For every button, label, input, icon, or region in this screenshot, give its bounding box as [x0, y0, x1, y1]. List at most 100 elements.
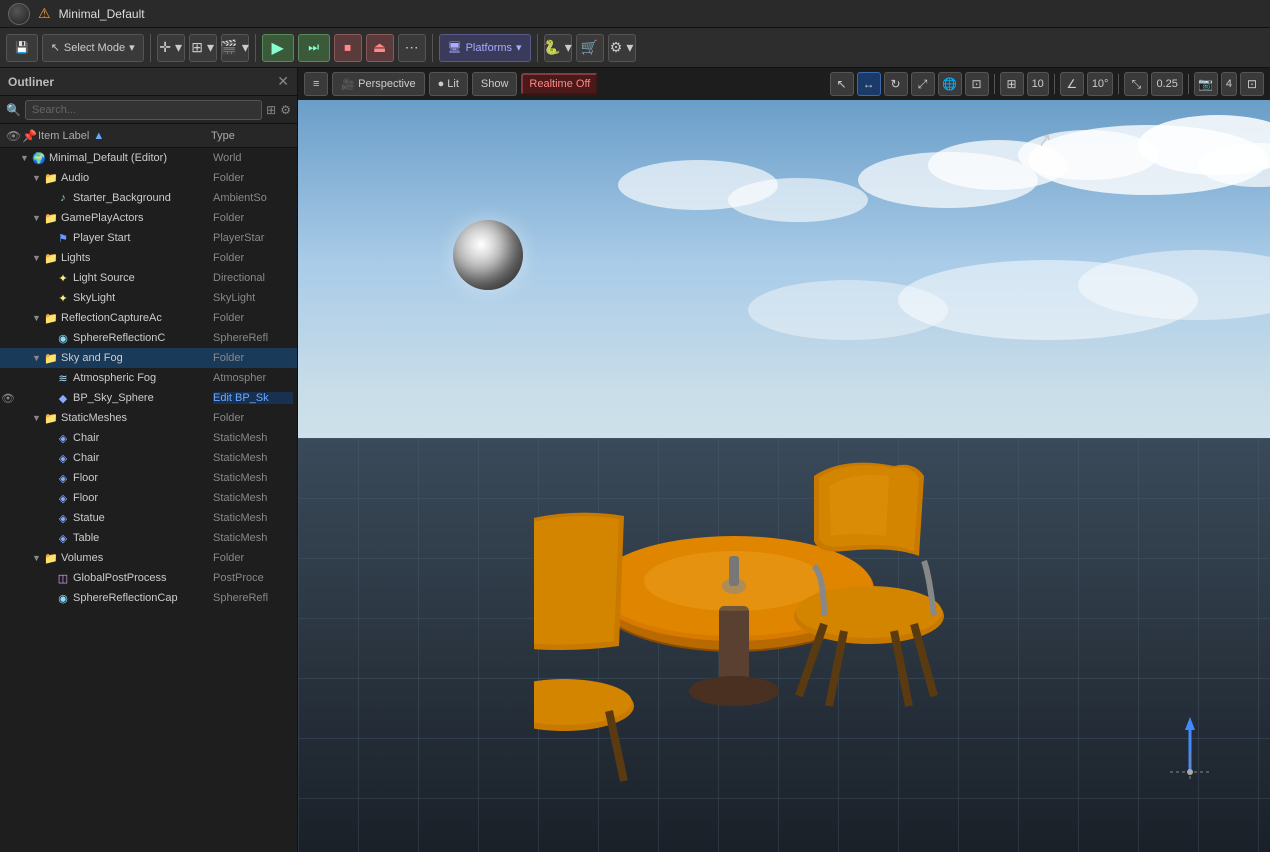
platforms-button[interactable]: 🖥 Platforms ▾ — [439, 34, 531, 62]
marketplace-button[interactable]: 🛒 — [576, 34, 604, 62]
tree-row[interactable]: ▼📁GamePlayActorsFolder — [0, 208, 297, 228]
save-button[interactable]: 💾 — [6, 34, 38, 62]
tree-row[interactable]: ▼📁StaticMeshesFolder — [0, 408, 297, 428]
realtime-button[interactable]: Realtime Off — [521, 73, 598, 95]
stop-icon: ⏹ — [344, 39, 351, 56]
sort-icon: ▲ — [93, 130, 104, 142]
hamburger-icon: ≡ — [313, 78, 319, 90]
pin-col-header: 📌 — [22, 129, 38, 143]
tree-row[interactable]: ≋Atmospheric FogAtmospher — [0, 368, 297, 388]
expand-arrow[interactable]: ▼ — [20, 153, 32, 163]
search-input[interactable] — [25, 100, 262, 120]
add-filter-icon[interactable]: ⊞ — [266, 103, 276, 117]
stop-button[interactable]: ⏹ — [334, 34, 362, 62]
chevron-down-icon-7: ▾ — [626, 39, 633, 56]
surface-snap-button[interactable]: ⊡ — [965, 72, 989, 96]
tree-item-label: Floor — [73, 472, 213, 484]
tree-row[interactable]: ◈TableStaticMesh — [0, 528, 297, 548]
eject-button[interactable]: ⏏ — [366, 34, 394, 62]
select-mode-label: Select Mode — [64, 42, 125, 54]
viewport-menu-button[interactable]: ≡ — [304, 72, 328, 96]
lit-label: Lit — [447, 78, 459, 90]
rotate-tool-button[interactable]: ↻ — [884, 72, 908, 96]
tree-row[interactable]: ◈ChairStaticMesh — [0, 428, 297, 448]
bp-icon: ◆ — [56, 392, 70, 405]
move-tool-button[interactable]: ↔ — [857, 72, 881, 96]
scale-tool-button[interactable]: ⤢ — [911, 72, 935, 96]
shop-icon: 🛒 — [581, 39, 598, 56]
tree-row[interactable]: 👁◆BP_Sky_SphereEdit BP_Sk — [0, 388, 297, 408]
tree-row[interactable]: ◈ChairStaticMesh — [0, 448, 297, 468]
tree-row[interactable]: ▼📁AudioFolder — [0, 168, 297, 188]
expand-arrow[interactable]: ▼ — [32, 353, 44, 363]
play-button[interactable]: ▶ — [262, 34, 294, 62]
tree-item-label: Volumes — [61, 552, 213, 564]
python-button[interactable]: 🐍 ▾ — [544, 34, 572, 62]
tree-row[interactable]: ✦Light SourceDirectional — [0, 268, 297, 288]
more-options-button[interactable]: ⋯ — [398, 34, 426, 62]
tree-row[interactable]: ▼📁LightsFolder — [0, 248, 297, 268]
camera-speed-button[interactable]: 📷 — [1194, 72, 1218, 96]
tree-item-type: SphereRefl — [213, 332, 293, 344]
label-col-header: Item Label ▲ — [38, 130, 211, 142]
select-tool-button[interactable]: ↖ — [830, 72, 854, 96]
advance-frame-button[interactable]: ⏭ — [298, 34, 330, 62]
expand-arrow[interactable]: ▼ — [32, 213, 44, 223]
tree-row[interactable]: ⚑Player StartPlayerStar — [0, 228, 297, 248]
folder-icon: 📁 — [44, 212, 58, 225]
expand-arrow[interactable]: ▼ — [32, 313, 44, 323]
expand-arrow[interactable]: ▼ — [32, 253, 44, 263]
separator-4 — [537, 34, 538, 62]
expand-arrow[interactable]: ▼ — [32, 173, 44, 183]
search-icon: 🔍 — [6, 103, 21, 117]
content-area: Outliner ✕ 🔍 ⊞ ⚙ 👁 📌 Item Label ▲ Type ▼… — [0, 68, 1270, 852]
python-icon: 🐍 — [543, 39, 560, 56]
lit-button[interactable]: ● Lit — [429, 72, 468, 96]
angle-snap-button[interactable]: ∠ — [1060, 72, 1084, 96]
add-button[interactable]: ✛ ▾ — [157, 34, 185, 62]
maximize-button[interactable]: ⊡ — [1240, 72, 1264, 96]
grid-snap-button[interactable]: ⊞ — [1000, 72, 1024, 96]
outliner-tree[interactable]: ▼🌍Minimal_Default (Editor)World▼📁AudioFo… — [0, 148, 297, 852]
tree-row[interactable]: ◉SphereReflectionCapSphereRefl — [0, 588, 297, 608]
outliner-close-button[interactable]: ✕ — [277, 73, 289, 90]
tree-row[interactable]: ◈FloorStaticMesh — [0, 468, 297, 488]
world-globe-button[interactable]: 🌐 — [938, 72, 962, 96]
select-mode-button[interactable]: ↖ Select Mode ▾ — [42, 34, 144, 62]
tree-row[interactable]: ♪Starter_BackgroundAmbientSo — [0, 188, 297, 208]
expand-arrow[interactable]: ▼ — [32, 413, 44, 423]
tree-row[interactable]: ◫GlobalPostProcessPostProce — [0, 568, 297, 588]
expand-arrow[interactable]: ▼ — [32, 553, 44, 563]
light-source-gizmo[interactable] — [453, 220, 523, 290]
tree-item-type: AmbientSo — [213, 192, 293, 204]
separator-3 — [432, 34, 433, 62]
tree-row[interactable]: ✦SkyLightSkyLight — [0, 288, 297, 308]
type-col-header: Type — [211, 130, 291, 142]
tree-item-label: StaticMeshes — [61, 412, 213, 424]
show-button[interactable]: Show — [472, 72, 518, 96]
scale-snap-button[interactable]: ⤡ — [1124, 72, 1148, 96]
tree-row[interactable]: ◈StatueStaticMesh — [0, 508, 297, 528]
viewport[interactable]: ≡ 🎥 Perspective ● Lit Show Realtime Off … — [298, 68, 1270, 852]
tree-row[interactable]: ▼🌍Minimal_Default (Editor)World — [0, 148, 297, 168]
tree-item-type: StaticMesh — [213, 532, 293, 544]
folder-icon: 📁 — [44, 412, 58, 425]
mesh-icon: ◈ — [56, 512, 70, 525]
tree-row[interactable]: ▼📁VolumesFolder — [0, 548, 297, 568]
chevron-down-icon-4: ▾ — [242, 39, 249, 56]
content-browser-button[interactable]: ⊞ ▾ — [189, 34, 217, 62]
grid-icon: ⊞ — [191, 39, 203, 56]
actor-icon: ⚑ — [56, 232, 70, 245]
tree-row[interactable]: ▼📁Sky and FogFolder — [0, 348, 297, 368]
visibility-toggle[interactable]: 👁 — [0, 392, 16, 405]
settings-button[interactable]: ⚙ ▾ — [608, 34, 636, 62]
tree-row[interactable]: ◈FloorStaticMesh — [0, 488, 297, 508]
platforms-icon: 🖥 — [448, 41, 462, 54]
mesh-icon: ◈ — [56, 452, 70, 465]
filter-settings-icon[interactable]: ⚙ — [280, 103, 291, 117]
tree-row[interactable]: ▼📁ReflectionCaptureAcFolder — [0, 308, 297, 328]
post-icon: ◫ — [56, 572, 70, 585]
perspective-button[interactable]: 🎥 Perspective — [332, 72, 424, 96]
tree-row[interactable]: ◉SphereReflectionCSphereRefl — [0, 328, 297, 348]
cinematic-button[interactable]: 🎬 ▾ — [221, 34, 249, 62]
